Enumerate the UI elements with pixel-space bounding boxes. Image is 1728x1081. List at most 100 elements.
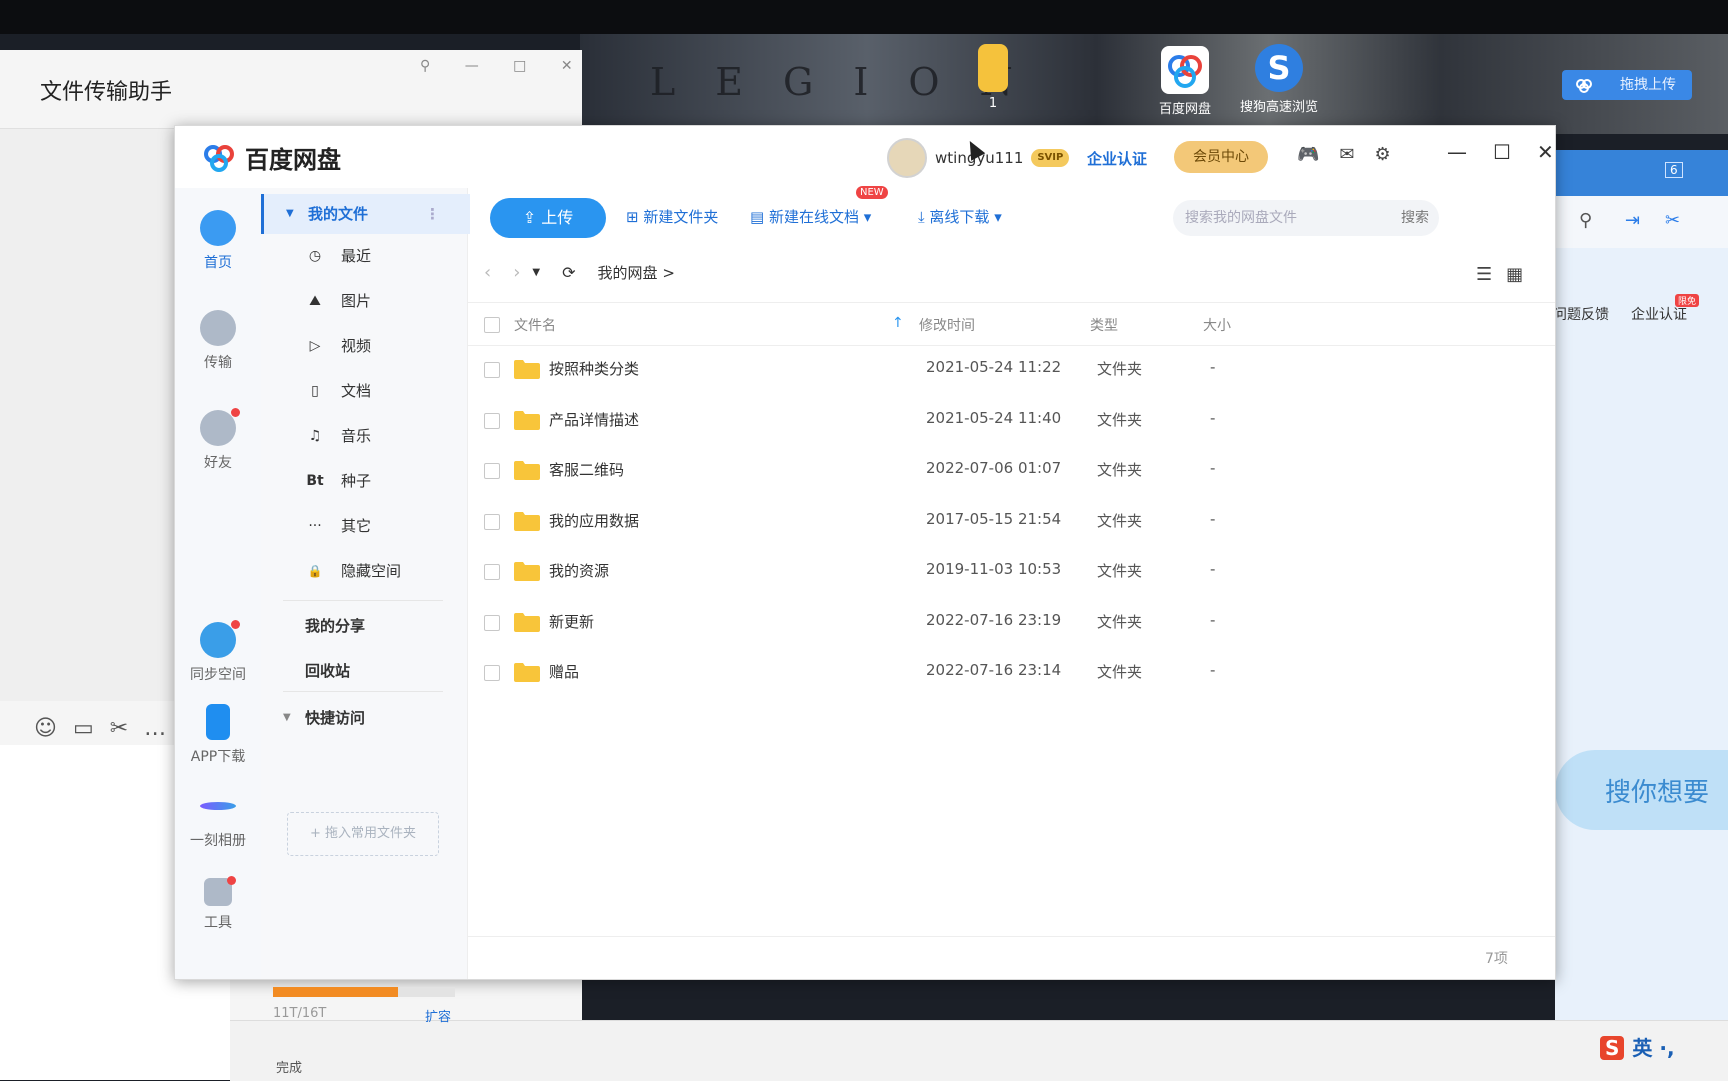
sidebar-item-recent[interactable]: ◷ 最近 [261, 236, 467, 276]
sidebar-item-recycle-bin[interactable]: 回收站 [261, 651, 467, 691]
column-header-modified[interactable]: 修改时间 [919, 315, 975, 335]
settings-icon[interactable]: ⚙ [1375, 144, 1391, 165]
table-row[interactable]: 我的应用数据 2017-05-15 21:54 文件夹 - [468, 496, 1555, 546]
divider [283, 691, 443, 692]
divider [468, 936, 1555, 937]
rail-item-app-download[interactable]: APP下载 [175, 704, 261, 766]
file-name[interactable]: 我的资源 [549, 560, 609, 581]
mail-icon[interactable]: ✉ [1339, 144, 1354, 165]
sidebar-item-images[interactable]: ⛰ 图片 [261, 281, 467, 321]
close-icon[interactable]: ✕ [1537, 140, 1554, 164]
minimize-icon[interactable]: — [1447, 140, 1467, 164]
ellipsis-icon: ··· [308, 518, 322, 534]
sidebar-item-quick-access[interactable]: ▼ 快捷访问 [261, 698, 467, 738]
close-icon[interactable]: ✕ [561, 58, 573, 74]
row-checkbox[interactable] [484, 463, 500, 479]
sidebar-item-other[interactable]: ··· 其它 [261, 506, 467, 546]
history-dropdown-icon[interactable]: ▼ [532, 267, 540, 278]
table-row[interactable]: 我的资源 2019-11-03 10:53 文件夹 - [468, 546, 1555, 596]
avatar[interactable] [887, 138, 927, 178]
baidu-pan-window: 百度网盘 wtingyu111 SVIP 企业认证 会员中心 🎮 ✉ ⚙ — ☐… [174, 125, 1556, 1025]
table-row[interactable]: 赠品 2022-07-16 23:14 文件夹 - [468, 647, 1555, 697]
back-icon[interactable]: ‹ [484, 262, 491, 283]
column-header-size[interactable]: 大小 [1203, 315, 1231, 335]
file-name[interactable]: 新更新 [549, 611, 594, 632]
link-feedback[interactable]: 问题反馈 [1553, 307, 1609, 323]
sidebar-item-hidden-space[interactable]: 🔒 隐藏空间 [261, 551, 467, 591]
table-row[interactable]: 产品详情描述 2021-05-24 11:40 文件夹 - [468, 395, 1555, 445]
emoji-icon[interactable]: ☺ [34, 716, 73, 741]
scissors-icon[interactable]: ✂ [1665, 210, 1680, 231]
caret-down-icon: ▼ [283, 712, 291, 723]
sidebar-item-videos[interactable]: ▷ 视频 [261, 326, 467, 366]
select-all-checkbox[interactable] [484, 317, 500, 333]
offline-download-button[interactable]: ⤓ 离线下载 ▾ [918, 206, 1002, 227]
desktop-shortcut-sogou-browser[interactable]: S 搜狗高速浏览 [1234, 44, 1324, 115]
column-header-name[interactable]: 文件名 [514, 315, 556, 335]
search-icon[interactable]: ⚲ [1579, 210, 1592, 231]
file-type: 文件夹 [1097, 562, 1143, 580]
file-name[interactable]: 按照种类分类 [549, 358, 639, 379]
folder-icon[interactable]: ▭ [73, 716, 110, 741]
rail-item-sync-space[interactable]: 同步空间 [175, 620, 261, 684]
clock-icon: ◷ [308, 248, 322, 264]
maximize-icon[interactable]: ☐ [1493, 140, 1511, 164]
sidebar-item-documents[interactable]: ▯ 文档 [261, 371, 467, 411]
expand-storage-link[interactable]: 扩容 [425, 1006, 451, 1025]
minimize-icon[interactable]: — [465, 58, 479, 74]
row-checkbox[interactable] [484, 362, 500, 378]
pin-icon[interactable]: ⚲ [420, 58, 430, 74]
game-icon[interactable]: 🎮 [1297, 144, 1319, 165]
maximize-icon[interactable]: □ [513, 58, 526, 74]
file-name[interactable]: 客服二维码 [549, 459, 624, 480]
sort-icon[interactable]: ☰ [1476, 264, 1506, 285]
rail-item-tools[interactable]: 工具 [175, 876, 261, 932]
grid-view-icon[interactable]: ▦ [1506, 264, 1537, 285]
new-folder-button[interactable]: ⊞ 新建文件夹 [626, 206, 718, 227]
row-checkbox[interactable] [484, 665, 500, 681]
upload-button[interactable]: ⇪ 上传 [490, 198, 606, 238]
rail-item-friends[interactable]: 好友 [175, 408, 261, 472]
search-input[interactable]: 搜索我的网盘文件 搜索 [1173, 200, 1439, 236]
rail-item-transfer[interactable]: 传输 [175, 310, 261, 372]
sogou-search-box[interactable]: 搜你想要 [1555, 750, 1728, 830]
enterprise-link[interactable]: 企业认证 [1087, 148, 1147, 169]
file-name[interactable]: 我的应用数据 [549, 510, 639, 531]
sidebar-item-my-files[interactable]: ▼ 我的文件 ⋮ [261, 194, 470, 234]
desktop-shortcut-folder[interactable]: 1 [948, 44, 1038, 111]
forward-icon[interactable]: › [513, 262, 520, 283]
row-checkbox[interactable] [484, 564, 500, 580]
login-icon[interactable]: ⇥ [1625, 210, 1640, 231]
tab-count-badge[interactable]: 6 [1665, 162, 1683, 178]
sidebar-item-my-share[interactable]: 我的分享 [261, 606, 467, 646]
scissors-icon[interactable]: ✂ [110, 716, 144, 741]
breadcrumb-root[interactable]: 我的网盘 > [598, 262, 675, 283]
ime-indicator[interactable]: S英 ·, [1600, 1032, 1675, 1061]
row-checkbox[interactable] [484, 412, 500, 429]
table-row[interactable]: 客服二维码 2022-07-06 01:07 文件夹 - [468, 445, 1555, 495]
drop-favorite-folder-zone[interactable]: + 拖入常用文件夹 [287, 812, 439, 856]
table-row[interactable]: 新更新 2022-07-16 23:19 文件夹 - [468, 597, 1555, 647]
drag-upload-button[interactable]: 拖拽上传 [1562, 70, 1692, 100]
file-name[interactable]: 赠品 [549, 661, 579, 682]
file-size: - [1210, 610, 1216, 629]
link-enterprise[interactable]: 企业认证 限免 [1631, 294, 1709, 323]
sidebar-item-music[interactable]: ♫ 音乐 [261, 416, 467, 456]
vip-center-button[interactable]: 会员中心 [1174, 141, 1268, 173]
file-name[interactable]: 产品详情描述 [549, 409, 639, 430]
sort-arrow-up-icon[interactable]: ↑ [892, 315, 904, 331]
rail-item-moment-album[interactable]: 一刻相册 [175, 788, 261, 850]
folder-icon [514, 461, 540, 480]
search-button[interactable]: 搜索 [1401, 200, 1429, 236]
row-checkbox[interactable] [484, 513, 500, 530]
new-online-doc-button[interactable]: ▤ 新建在线文档 ▾ [750, 206, 871, 227]
refresh-icon[interactable]: ⟳ [562, 263, 575, 282]
row-checkbox[interactable] [484, 614, 500, 631]
desktop-shortcut-baidu-pan[interactable]: 百度网盘 [1140, 46, 1230, 117]
more-vertical-icon[interactable]: ⋮ [425, 194, 440, 234]
table-row[interactable]: 按照种类分类 2021-05-24 11:22 文件夹 - [468, 344, 1555, 394]
sidebar-item-torrents[interactable]: Bt 种子 [261, 461, 467, 501]
column-header-type[interactable]: 类型 [1090, 315, 1118, 335]
rail-item-home[interactable]: 首页 [175, 210, 261, 272]
view-controls: ☰▦ [1476, 264, 1537, 285]
